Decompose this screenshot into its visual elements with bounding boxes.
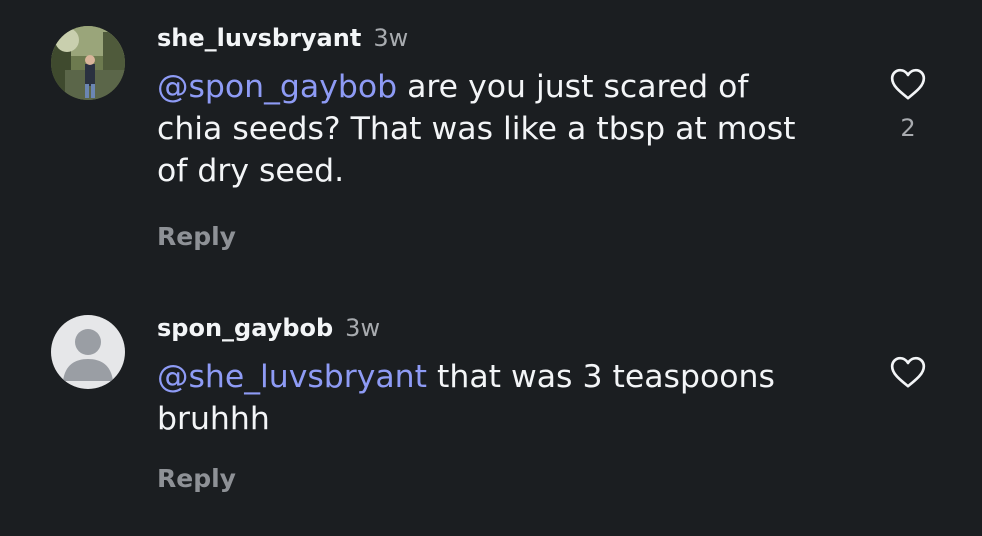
comment-item: spon_gaybob 3w @she_luvsbryant that was … <box>0 280 982 536</box>
timestamp: 3w <box>373 24 409 52</box>
default-avatar-icon <box>51 315 125 389</box>
mention-link[interactable]: @she_luvsbryant <box>157 359 427 395</box>
username[interactable]: she_luvsbryant <box>157 24 361 52</box>
comment-meta: spon_gaybob 3w <box>157 314 837 348</box>
comment-meta: she_luvsbryant 3w <box>157 24 837 58</box>
like-control: 2 <box>886 64 930 142</box>
mention-link[interactable]: @spon_gaybob <box>157 69 397 105</box>
profile-photo <box>51 26 125 100</box>
comment-text: @she_luvsbryant that was 3 teaspoons bru… <box>157 356 837 440</box>
avatar[interactable] <box>51 26 125 100</box>
like-control <box>886 352 930 392</box>
reply-button[interactable]: Reply <box>157 222 837 251</box>
comment-text: @spon_gaybob are you just scared of chia… <box>157 66 807 192</box>
avatar[interactable] <box>51 315 125 389</box>
username[interactable]: spon_gaybob <box>157 314 333 342</box>
heart-outline-icon[interactable] <box>886 352 930 392</box>
like-count: 2 <box>900 114 916 142</box>
reply-button[interactable]: Reply <box>157 464 837 493</box>
comment-item: she_luvsbryant 3w @spon_gaybob are you j… <box>0 0 982 280</box>
heart-outline-icon[interactable] <box>886 64 930 104</box>
timestamp: 3w <box>345 314 381 342</box>
